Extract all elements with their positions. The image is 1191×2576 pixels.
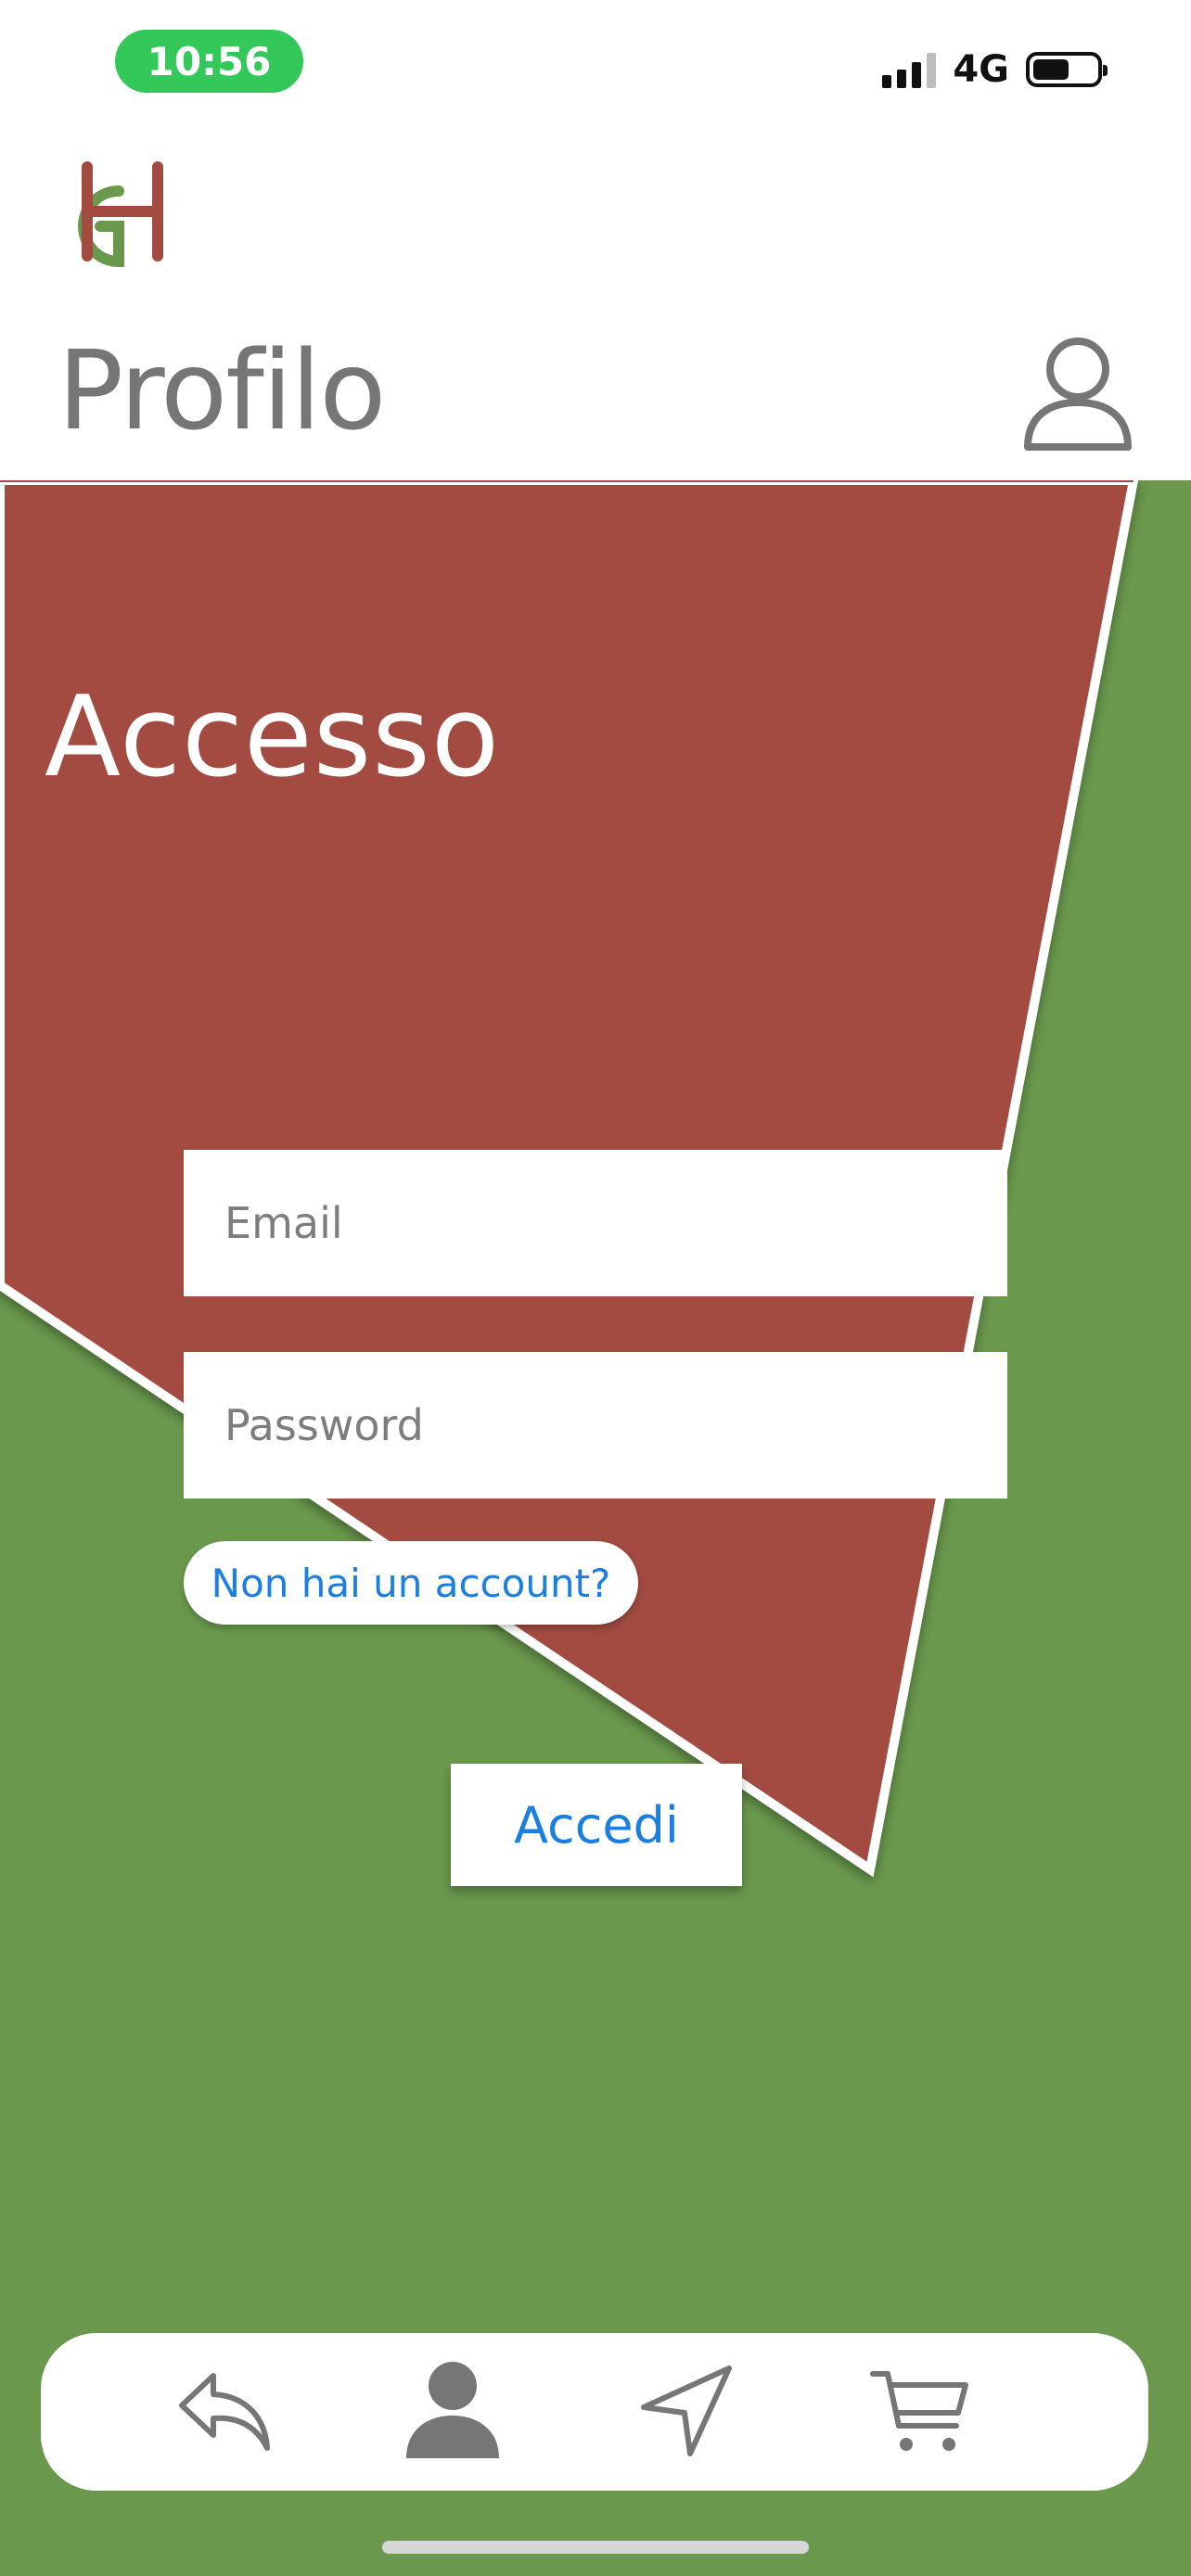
signal-strength-icon bbox=[882, 51, 937, 88]
navigation-icon bbox=[641, 2366, 732, 2456]
status-time: 10:56 bbox=[115, 30, 303, 93]
signup-link[interactable]: Non hai un account? bbox=[184, 1541, 638, 1625]
tab-profile[interactable] bbox=[397, 2355, 508, 2467]
back-arrow-icon bbox=[179, 2373, 270, 2451]
password-input[interactable] bbox=[184, 1352, 1007, 1498]
page-title: Profilo bbox=[58, 326, 387, 454]
tab-back[interactable] bbox=[169, 2355, 280, 2467]
status-indicators: 4G bbox=[882, 46, 1108, 93]
tab-bar bbox=[41, 2333, 1148, 2491]
network-type: 4G bbox=[953, 48, 1009, 91]
person-icon bbox=[406, 2362, 499, 2458]
email-input[interactable] bbox=[184, 1150, 1007, 1296]
home-indicator[interactable] bbox=[382, 2541, 809, 2554]
brand-logo bbox=[78, 161, 163, 268]
user-profile-icon[interactable] bbox=[1022, 334, 1133, 453]
login-button[interactable]: Accedi bbox=[451, 1764, 742, 1886]
tab-navigate[interactable] bbox=[631, 2355, 742, 2467]
section-title: Accesso bbox=[45, 673, 501, 802]
battery-icon bbox=[1026, 52, 1108, 87]
cart-icon bbox=[870, 2371, 968, 2451]
tab-cart[interactable] bbox=[864, 2355, 976, 2467]
